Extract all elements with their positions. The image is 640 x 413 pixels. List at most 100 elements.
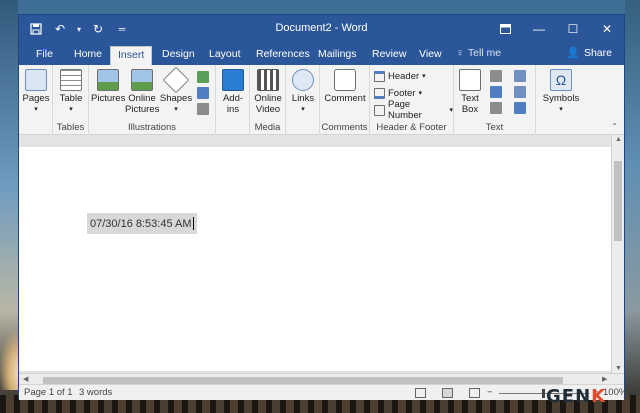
close-icon[interactable]: ✕ [590,15,624,43]
smartart-icon[interactable] [197,71,209,83]
tab-design[interactable]: Design [155,46,202,65]
text-box-button[interactable]: Text Box [456,69,484,115]
scroll-right-icon[interactable]: ▶ [602,375,607,383]
scroll-left-icon[interactable]: ◀ [23,375,28,383]
genk-watermark-logo: GENK [546,386,606,407]
online-video-button[interactable]: Online Video [252,69,284,115]
page-number-label: Page Number [387,99,422,121]
person-icon: 👤 [566,47,580,59]
table-icon [60,69,82,91]
online-video-label-2: Video [255,104,281,115]
lightbulb-icon: ♀ [456,47,464,59]
wordart-icon[interactable] [490,86,502,98]
date-time-field[interactable]: 07/30/16 8:53:45 AM [87,213,197,234]
word-count[interactable]: 3 words [79,387,112,398]
store-icon [222,69,244,91]
screenshot-icon[interactable] [197,103,209,115]
link-icon [292,69,314,91]
zoom-slider-knob[interactable] [542,389,545,398]
group-links: Links ▾ [286,65,320,135]
collapse-ribbon-icon[interactable]: ⌃ [611,122,618,131]
share-button[interactable]: 👤 Share [566,46,612,60]
status-bar: Page 1 of 1 3 words − + 100% [19,384,627,400]
chevron-down-icon: ▾ [34,106,38,113]
pictures-label: Pictures [91,93,126,104]
watermark-text-b: K [591,386,607,407]
tab-view[interactable]: View [412,46,449,65]
online-pictures-button[interactable]: Online Pictures [125,69,159,115]
tell-me-box[interactable]: ♀ Tell me [456,47,501,59]
print-layout-icon[interactable] [442,388,453,398]
group-label-tables: Tables [56,122,85,133]
chevron-down-icon: ▾ [301,106,305,113]
watermark-text-a: GEN [546,386,592,407]
chart-icon[interactable] [197,87,209,99]
pages-button[interactable]: Pages ▾ [22,69,50,115]
addins-label-2: ins [226,104,240,115]
maximize-icon[interactable]: ☐ [556,15,590,43]
horizontal-scroll-thumb[interactable] [43,377,563,384]
tab-insert[interactable]: Insert [110,46,153,65]
ribbon-display-options-icon[interactable] [488,15,522,43]
tab-home[interactable]: Home [67,46,109,65]
tab-layout[interactable]: Layout [202,46,248,65]
tab-file[interactable]: File [29,46,60,65]
tab-review[interactable]: Review [365,46,413,65]
pictures-button[interactable]: Pictures [91,69,125,104]
chevron-down-icon: ▾ [559,106,563,113]
group-pages: Pages ▾ [19,65,53,135]
tab-mailings[interactable]: Mailings [311,46,364,65]
table-button[interactable]: Table ▾ [57,69,85,115]
group-text: Text Box Text [454,65,536,135]
read-mode-icon[interactable] [415,388,426,398]
chevron-down-icon: ▾ [174,106,178,113]
comment-button[interactable]: Comment [324,69,366,104]
object-icon[interactable] [514,102,526,114]
chevron-down-icon: ▾ [449,107,454,114]
group-tables: Table ▾ Tables [53,65,89,135]
page-number-button[interactable]: Page Number ▾ [374,99,454,121]
footer-icon [374,87,385,99]
chevron-down-icon: ▾ [69,106,73,113]
addins-button[interactable]: Add- ins [219,69,247,115]
header-button[interactable]: Header ▾ [374,69,426,83]
group-label-media: Media [254,122,281,133]
share-label: Share [583,46,612,59]
tell-me-label: Tell me [467,47,502,59]
quick-parts-icon[interactable] [490,70,502,82]
symbols-label: Symbols [542,93,580,104]
vertical-scrollbar[interactable]: ▲ ▼ [611,135,624,373]
zoom-out-icon[interactable]: − [487,387,493,398]
vertical-scroll-thumb[interactable] [614,161,622,241]
zoom-level[interactable]: 100% [603,387,627,398]
links-label: Links [291,93,315,104]
shapes-icon [162,66,190,94]
scroll-up-icon[interactable]: ▲ [612,136,625,143]
page-count[interactable]: Page 1 of 1 [24,387,73,398]
footer-label: Footer [388,87,416,99]
drop-cap-icon[interactable] [490,102,502,114]
signature-line-icon[interactable] [514,70,526,82]
scroll-down-icon[interactable]: ▼ [612,365,625,372]
footer-button[interactable]: Footer ▾ [374,86,422,100]
shapes-button[interactable]: Shapes ▾ [159,66,193,115]
document-page[interactable]: 07/30/16 8:53:45 AM [19,147,611,371]
group-symbols: Ω Symbols ▾ [536,65,586,135]
text-cursor [192,217,194,230]
group-illustrations: Pictures Online Pictures Shapes ▾ Illust… [89,65,216,135]
group-comments: Comment Comments [320,65,370,135]
online-pictures-label-1: Online [128,93,156,104]
group-addins: Add- ins [216,65,250,135]
group-media: Online Video Media [250,65,286,135]
text-box-label-2: Box [461,104,479,115]
pages-label: Pages [22,93,50,104]
web-layout-icon[interactable] [469,388,480,398]
minimize-icon[interactable]: — [522,15,556,43]
symbols-button[interactable]: Ω Symbols ▾ [541,69,581,115]
pictures-icon [97,69,119,91]
table-label: Table [59,93,83,104]
links-button[interactable]: Links ▾ [289,69,317,115]
date-time-icon[interactable] [514,86,526,98]
group-label-header-footer: Header & Footer [376,122,447,133]
tab-references[interactable]: References [249,46,317,65]
